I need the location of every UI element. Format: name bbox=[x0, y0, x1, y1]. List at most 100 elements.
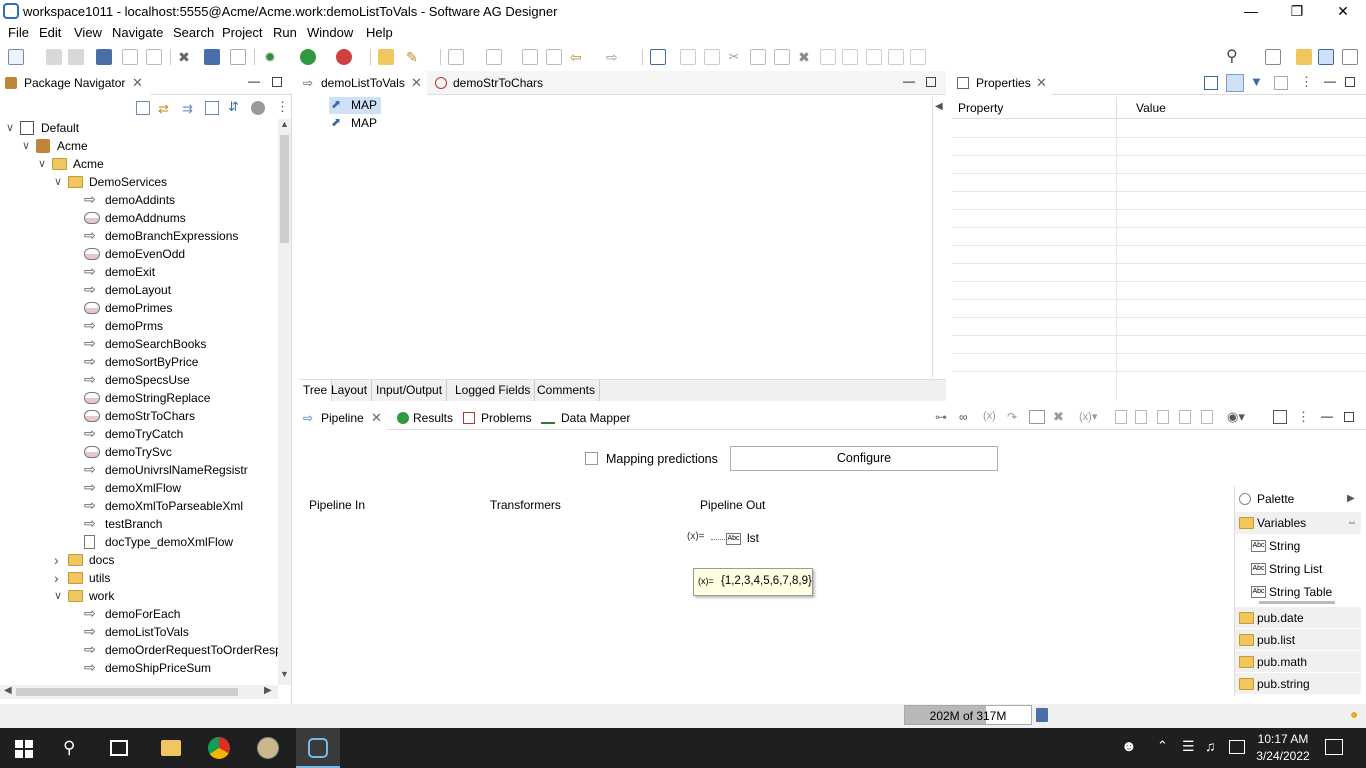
save-all-icon[interactable] bbox=[68, 49, 84, 65]
print-icon[interactable] bbox=[96, 49, 112, 65]
new-icon[interactable] bbox=[8, 49, 24, 65]
grid-icon[interactable] bbox=[1273, 410, 1287, 424]
step-map-2[interactable]: ⬈ MAP bbox=[329, 115, 381, 132]
options-icon[interactable]: ◉▾ bbox=[1227, 409, 1245, 425]
shift-right-icon[interactable] bbox=[1201, 410, 1213, 424]
tab-package-navigator[interactable]: Package Navigator ✕ bbox=[0, 71, 150, 95]
person-icon[interactable]: ☻ bbox=[1121, 738, 1137, 755]
palette-item-string-list[interactable]: Abc String List bbox=[1235, 558, 1361, 580]
paste-icon[interactable] bbox=[774, 49, 790, 65]
restore-button[interactable]: ❐ bbox=[1274, 0, 1320, 23]
tree-item[interactable]: ⇨ demoOrderRequestToOrderResp bbox=[0, 641, 278, 659]
run-disabled-icon[interactable] bbox=[251, 101, 265, 115]
lock-icon[interactable] bbox=[230, 49, 246, 65]
file-explorer-icon[interactable] bbox=[161, 740, 181, 756]
minimize-icon[interactable]: — bbox=[1324, 74, 1336, 88]
move-up-icon[interactable] bbox=[820, 49, 836, 65]
palette-drawer-variables[interactable]: Variables ⇔ bbox=[1235, 512, 1361, 534]
delete-icon[interactable]: ✖ bbox=[176, 49, 192, 65]
refresh-icon[interactable] bbox=[205, 101, 219, 115]
tab-demoListToVals[interactable]: ⇨ demoListToVals ✕ bbox=[299, 71, 427, 95]
tree-item[interactable]: ∨ Default bbox=[0, 119, 278, 137]
perspective-2-icon[interactable] bbox=[1318, 49, 1334, 65]
chevron-down-icon[interactable]: ∨ bbox=[38, 155, 48, 173]
tab-demoStrToChars[interactable]: demoStrToChars bbox=[431, 71, 551, 95]
tree-item[interactable]: ⇨ demoAddints bbox=[0, 191, 278, 209]
expand-icon[interactable]: ▶ bbox=[1347, 488, 1355, 510]
link-editor-icon[interactable]: ⇄ bbox=[158, 101, 172, 116]
menu-search[interactable]: Search bbox=[173, 25, 214, 40]
save-icon[interactable] bbox=[46, 49, 62, 65]
step-into-icon[interactable] bbox=[486, 49, 502, 65]
palette-folder[interactable]: pub.string bbox=[1235, 673, 1361, 695]
minimize-button[interactable]: — bbox=[1228, 0, 1274, 23]
move-down-icon[interactable] bbox=[1157, 410, 1169, 424]
move-down-icon[interactable] bbox=[842, 49, 858, 65]
maximize-icon[interactable] bbox=[1344, 412, 1354, 422]
link-icon[interactable]: ⊶ bbox=[935, 410, 947, 424]
undo-icon[interactable] bbox=[122, 49, 138, 65]
palette-folder[interactable]: pub.math bbox=[1235, 651, 1361, 673]
delete-map-icon[interactable]: ✖ bbox=[1053, 409, 1064, 425]
shift-left-icon[interactable] bbox=[1179, 410, 1191, 424]
maximize-icon[interactable] bbox=[926, 77, 936, 87]
tree-vertical-scroll-thumb[interactable] bbox=[280, 135, 289, 243]
tree-vertical-scrollbar[interactable]: ▲ ▼ bbox=[278, 119, 291, 685]
insert-icon[interactable] bbox=[1115, 410, 1127, 424]
disabled-tool-2-icon[interactable] bbox=[704, 49, 720, 65]
restore-default-icon[interactable] bbox=[1274, 76, 1288, 90]
wand-icon[interactable]: ✎ bbox=[404, 49, 420, 65]
tab-pipeline[interactable]: ⇨ Pipeline ✕ bbox=[299, 406, 387, 430]
configure-button[interactable]: Configure bbox=[730, 446, 998, 471]
tree-item[interactable]: ⇨ demoPrms bbox=[0, 317, 278, 335]
close-window-button[interactable]: ✕ bbox=[1320, 0, 1366, 23]
task-view-icon[interactable] bbox=[110, 740, 128, 756]
view-menu-icon[interactable]: ⋮ bbox=[1297, 409, 1310, 425]
minimize-icon[interactable]: — bbox=[903, 74, 915, 88]
chevron-up-icon[interactable]: ⌃ bbox=[1157, 738, 1168, 754]
tree-horizontal-scroll-thumb[interactable] bbox=[16, 688, 238, 696]
tab-data-mapper[interactable]: Data Mapper bbox=[541, 406, 635, 430]
link-icon[interactable] bbox=[522, 49, 538, 65]
chrome-icon[interactable] bbox=[208, 737, 230, 759]
menu-project[interactable]: Project bbox=[222, 25, 262, 40]
menu-view[interactable]: View bbox=[74, 25, 102, 40]
filter-icon[interactable]: ▼ bbox=[1250, 74, 1263, 89]
menu-window[interactable]: Window bbox=[307, 25, 353, 40]
collapse-icon[interactable]: ⇔ bbox=[1347, 512, 1357, 534]
remove-icon[interactable]: ✖ bbox=[796, 49, 812, 65]
tab-problems[interactable]: Problems bbox=[461, 406, 535, 430]
tree-item[interactable]: demoTrySvc bbox=[0, 443, 278, 461]
tree-horizontal-scrollbar[interactable]: ◀ ▶ bbox=[0, 685, 278, 699]
close-icon[interactable]: ✕ bbox=[371, 406, 382, 430]
tree-item[interactable]: ⇨ demoLayout bbox=[0, 281, 278, 299]
view-menu-icon[interactable]: ⋮ bbox=[1300, 74, 1313, 90]
mapping-predictions-checkbox[interactable] bbox=[585, 452, 598, 465]
tree-item[interactable]: › utils bbox=[0, 569, 278, 587]
tree-item[interactable]: demoStringReplace bbox=[0, 389, 278, 407]
chevron-down-icon[interactable]: ∨ bbox=[22, 137, 32, 155]
minimize-icon[interactable]: — bbox=[1321, 409, 1333, 423]
pin-icon[interactable] bbox=[1204, 76, 1218, 90]
debug-icon[interactable]: ✹ bbox=[262, 49, 278, 65]
tree-item[interactable]: ⇨ demoSortByPrice bbox=[0, 353, 278, 371]
tab-layout[interactable]: Layout bbox=[327, 380, 373, 401]
tree-item[interactable]: ⇨ demoSearchBooks bbox=[0, 335, 278, 353]
search-icon[interactable]: ⚲ bbox=[1226, 49, 1242, 65]
network-icon[interactable]: ☰ bbox=[1182, 738, 1195, 755]
menu-help[interactable]: Help bbox=[366, 25, 393, 40]
cut-icon[interactable]: ✂ bbox=[726, 49, 742, 65]
new-element-icon[interactable] bbox=[650, 49, 666, 65]
palette-item-string[interactable]: Abc String bbox=[1235, 535, 1361, 557]
forward-icon[interactable]: ⇨ bbox=[606, 49, 622, 65]
step-icon[interactable] bbox=[448, 49, 464, 65]
close-icon[interactable]: ✕ bbox=[411, 71, 422, 95]
menu-run[interactable]: Run bbox=[273, 25, 297, 40]
set-value-icon[interactable]: (x)▾ bbox=[1079, 410, 1097, 423]
tab-properties[interactable]: Properties ✕ bbox=[952, 71, 1052, 95]
tree-item[interactable]: ⇨ demoUnivrslNameRegsistr bbox=[0, 461, 278, 479]
notifications-icon[interactable] bbox=[1325, 739, 1343, 755]
run-config-icon[interactable] bbox=[336, 49, 352, 65]
chevron-down-icon[interactable]: ∨ bbox=[6, 119, 16, 137]
copy-icon[interactable] bbox=[750, 49, 766, 65]
